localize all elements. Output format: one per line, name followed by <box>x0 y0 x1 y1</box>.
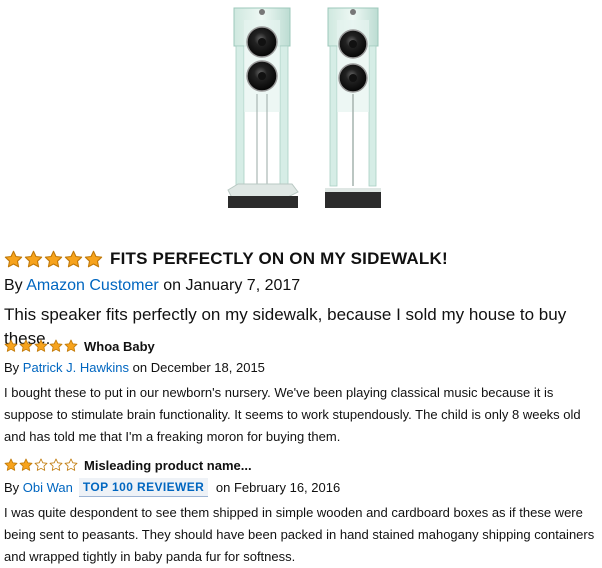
star-filled-icon <box>84 250 103 269</box>
by-label: By <box>4 277 23 294</box>
author-link[interactable]: Obi Wan <box>23 480 73 495</box>
star-filled-icon <box>44 250 63 269</box>
right-speaker <box>325 7 381 208</box>
on-label: on <box>132 360 148 375</box>
star-filled-icon <box>4 339 18 353</box>
review-title[interactable]: Whoa Baby <box>84 339 155 354</box>
star-filled-icon <box>64 339 78 353</box>
star-filled-icon <box>64 250 83 269</box>
review-byline: By Amazon Customer on January 7, 2017 <box>4 275 596 297</box>
on-label: on <box>215 480 231 495</box>
by-label: By <box>4 480 20 495</box>
star-filled-icon <box>34 339 48 353</box>
star-empty-icon <box>49 458 63 472</box>
review-header: FITS PERFECTLY ON ON MY SIDEWALK! <box>4 246 596 272</box>
review-2: Whoa Baby By Patrick J. Hawkins on Decem… <box>4 336 596 448</box>
review-date: January 7, 2017 <box>185 277 301 294</box>
star-filled-icon <box>24 250 43 269</box>
left-speaker <box>227 7 299 208</box>
star-filled-icon <box>19 458 33 472</box>
product-image <box>222 4 382 212</box>
review-byline: By Patrick J. Hawkins on December 18, 20… <box>4 359 596 377</box>
review-header: Whoa Baby <box>4 336 596 356</box>
star-rating[interactable] <box>4 339 79 353</box>
review-header: Misleading product name... <box>4 455 596 475</box>
top-reviewer-badge[interactable]: TOP 100 REVIEWER <box>78 478 209 497</box>
star-filled-icon <box>49 339 63 353</box>
author-link[interactable]: Amazon Customer <box>26 277 159 294</box>
by-label: By <box>4 360 20 375</box>
star-rating[interactable] <box>4 458 79 472</box>
star-empty-icon <box>34 458 48 472</box>
author-link[interactable]: Patrick J. Hawkins <box>23 360 129 375</box>
review-text: I was quite despondent to see them shipp… <box>4 505 595 564</box>
review-date: December 18, 2015 <box>150 360 265 375</box>
star-filled-icon <box>4 458 18 472</box>
star-empty-icon <box>64 458 78 472</box>
on-label: on <box>163 277 181 294</box>
review-byline: By Obi Wan TOP 100 REVIEWER on February 1… <box>4 478 596 497</box>
review-3: Misleading product name... By Obi Wan TOP… <box>4 455 596 568</box>
speakers-illustration <box>227 7 381 208</box>
star-rating[interactable] <box>4 250 104 269</box>
star-filled-icon <box>19 339 33 353</box>
review-title[interactable]: Misleading product name... <box>84 458 252 473</box>
review-title[interactable]: FITS PERFECTLY ON ON MY SIDEWALK! <box>110 249 448 269</box>
review-date: February 16, 2016 <box>233 480 341 495</box>
review-text: I bought these to put in our newborn's n… <box>4 385 581 444</box>
star-filled-icon <box>4 250 23 269</box>
